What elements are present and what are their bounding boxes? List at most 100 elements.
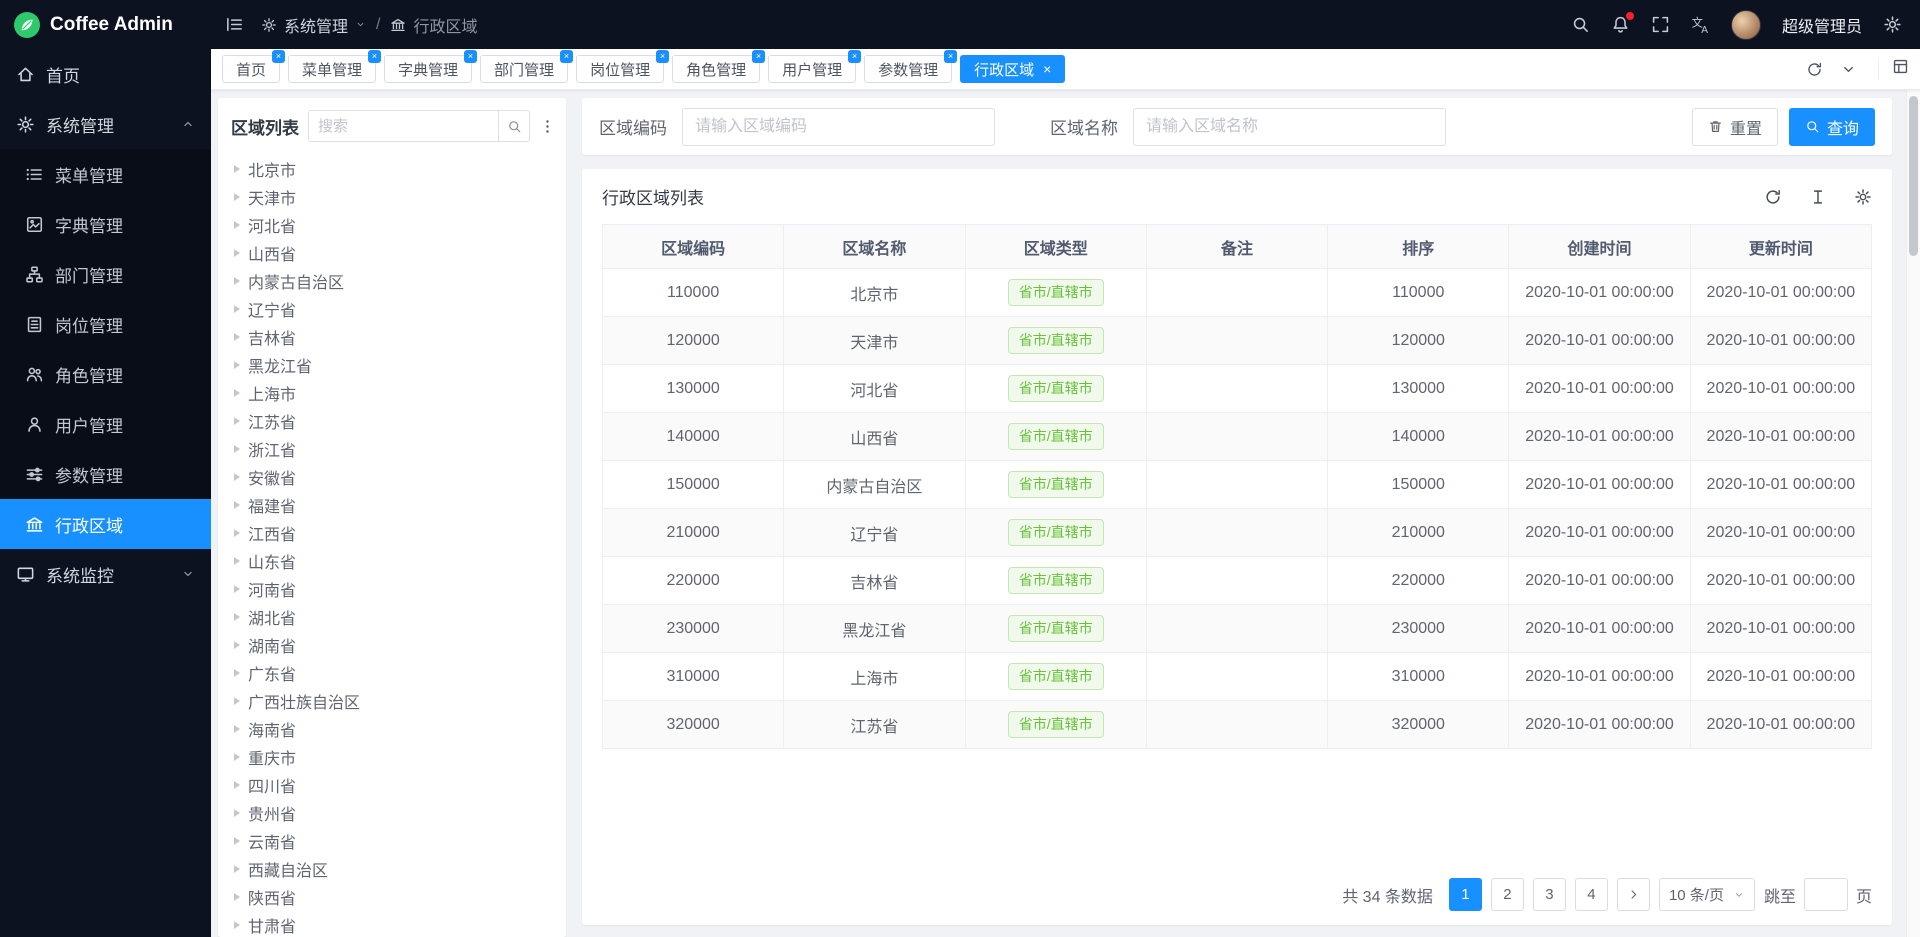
tab-close-icon[interactable]: × — [752, 50, 765, 63]
expand-caret-icon[interactable] — [234, 529, 240, 537]
row-height-icon[interactable] — [1809, 188, 1827, 206]
expand-caret-icon[interactable] — [234, 417, 240, 425]
sidebar-item-home[interactable]: 首页 — [0, 49, 211, 99]
tree-item[interactable]: 江西省 — [218, 519, 566, 547]
tree-item[interactable]: 黑龙江省 — [218, 351, 566, 379]
sidebar-item-user-mgmt[interactable]: 用户管理 — [0, 399, 211, 449]
expand-caret-icon[interactable] — [234, 669, 240, 677]
refresh-tab-icon[interactable] — [1806, 61, 1823, 78]
sidebar-item-dict-mgmt[interactable]: 字典管理 — [0, 199, 211, 249]
table-row[interactable]: 110000北京市省市/直辖市1100002020-10-01 00:00:00… — [603, 269, 1872, 317]
expand-caret-icon[interactable] — [234, 753, 240, 761]
tree-item[interactable]: 江苏省 — [218, 407, 566, 435]
expand-caret-icon[interactable] — [234, 921, 240, 929]
tab-close-icon[interactable]: × — [560, 50, 573, 63]
more-options-icon[interactable] — [539, 118, 556, 135]
tree-item[interactable]: 贵州省 — [218, 799, 566, 827]
tree-item[interactable]: 海南省 — [218, 715, 566, 743]
tab-close-icon[interactable]: × — [1043, 62, 1051, 76]
region-code-input[interactable] — [682, 108, 995, 146]
notification-bell-icon[interactable] — [1611, 15, 1630, 34]
page-button-3[interactable]: 3 — [1533, 878, 1566, 911]
tab-close-icon[interactable]: × — [944, 50, 957, 63]
tree-item[interactable]: 山东省 — [218, 547, 566, 575]
expand-caret-icon[interactable] — [234, 725, 240, 733]
tree-item[interactable]: 广西壮族自治区 — [218, 687, 566, 715]
tree-item[interactable]: 山西省 — [218, 239, 566, 267]
expand-caret-icon[interactable] — [234, 837, 240, 845]
tab-close-icon[interactable]: × — [464, 50, 477, 63]
user-name[interactable]: 超级管理员 — [1782, 13, 1862, 37]
tab-item[interactable]: 首页× — [222, 55, 280, 83]
expand-caret-icon[interactable] — [234, 893, 240, 901]
tree-item[interactable]: 陕西省 — [218, 883, 566, 911]
reset-button[interactable]: 重置 — [1692, 108, 1778, 146]
fullscreen-icon[interactable] — [1651, 15, 1670, 34]
table-row[interactable]: 210000辽宁省省市/直辖市2100002020-10-01 00:00:00… — [603, 509, 1872, 557]
expand-caret-icon[interactable] — [234, 221, 240, 229]
page-button-1[interactable]: 1 — [1449, 878, 1482, 911]
tree-item[interactable]: 广东省 — [218, 659, 566, 687]
expand-caret-icon[interactable] — [234, 473, 240, 481]
expand-caret-icon[interactable] — [234, 277, 240, 285]
expand-caret-icon[interactable] — [234, 641, 240, 649]
search-icon[interactable] — [1571, 15, 1590, 34]
region-name-input[interactable] — [1133, 108, 1446, 146]
tree-item[interactable]: 天津市 — [218, 183, 566, 211]
expand-caret-icon[interactable] — [234, 697, 240, 705]
tree-item[interactable]: 河北省 — [218, 211, 566, 239]
translate-icon[interactable]: 文A — [1691, 15, 1710, 34]
tab-close-icon[interactable]: × — [272, 50, 285, 63]
expand-caret-icon[interactable] — [234, 305, 240, 313]
region-search-button[interactable] — [498, 111, 529, 141]
tree-item[interactable]: 湖北省 — [218, 603, 566, 631]
jump-page-input[interactable] — [1804, 878, 1848, 911]
expand-caret-icon[interactable] — [234, 585, 240, 593]
next-page-button[interactable] — [1617, 878, 1650, 911]
expand-caret-icon[interactable] — [234, 333, 240, 341]
tree-item[interactable]: 吉林省 — [218, 323, 566, 351]
sidebar-item-post-mgmt[interactable]: 岗位管理 — [0, 299, 211, 349]
expand-caret-icon[interactable] — [234, 865, 240, 873]
tab-item[interactable]: 用户管理× — [768, 55, 856, 83]
tree-item[interactable]: 内蒙古自治区 — [218, 267, 566, 295]
tree-item[interactable]: 重庆市 — [218, 743, 566, 771]
tree-item[interactable]: 西藏自治区 — [218, 855, 566, 883]
tree-item[interactable]: 福建省 — [218, 491, 566, 519]
scrollbar-thumb[interactable] — [1909, 96, 1918, 256]
tab-close-icon[interactable]: × — [368, 50, 381, 63]
sidebar-item-param-mgmt[interactable]: 参数管理 — [0, 449, 211, 499]
expand-caret-icon[interactable] — [234, 445, 240, 453]
expand-caret-icon[interactable] — [234, 249, 240, 257]
tab-item[interactable]: 行政区域× — [960, 55, 1065, 83]
tab-item[interactable]: 岗位管理× — [576, 55, 664, 83]
avatar[interactable] — [1731, 10, 1761, 40]
sidebar-item-menu-mgmt[interactable]: 菜单管理 — [0, 149, 211, 199]
page-size-select[interactable]: 10 条/页 — [1659, 878, 1755, 911]
sidebar-item-dept-mgmt[interactable]: 部门管理 — [0, 249, 211, 299]
table-row[interactable]: 140000山西省省市/直辖市1400002020-10-01 00:00:00… — [603, 413, 1872, 461]
chevron-down-icon[interactable] — [355, 19, 366, 30]
page-scrollbar[interactable] — [1906, 90, 1920, 937]
settings-gear-icon[interactable] — [1883, 15, 1902, 34]
tree-item[interactable]: 浙江省 — [218, 435, 566, 463]
tree-item[interactable]: 甘肃省 — [218, 911, 566, 937]
refresh-icon[interactable] — [1764, 188, 1782, 206]
tab-close-icon[interactable]: × — [656, 50, 669, 63]
expand-caret-icon[interactable] — [234, 501, 240, 509]
layout-toggle-button[interactable] — [1878, 58, 1909, 80]
query-button[interactable]: 查询 — [1789, 108, 1875, 146]
column-settings-gear-icon[interactable] — [1854, 188, 1872, 206]
tab-close-icon[interactable]: × — [848, 50, 861, 63]
tree-item[interactable]: 安徽省 — [218, 463, 566, 491]
table-row[interactable]: 130000河北省省市/直辖市1300002020-10-01 00:00:00… — [603, 365, 1872, 413]
page-button-4[interactable]: 4 — [1575, 878, 1608, 911]
expand-caret-icon[interactable] — [234, 809, 240, 817]
tab-item[interactable]: 字典管理× — [384, 55, 472, 83]
table-row[interactable]: 150000内蒙古自治区省市/直辖市1500002020-10-01 00:00… — [603, 461, 1872, 509]
expand-caret-icon[interactable] — [234, 557, 240, 565]
expand-caret-icon[interactable] — [234, 165, 240, 173]
tree-item[interactable]: 湖南省 — [218, 631, 566, 659]
tab-item[interactable]: 角色管理× — [672, 55, 760, 83]
collapse-sidebar-icon[interactable] — [225, 15, 244, 34]
